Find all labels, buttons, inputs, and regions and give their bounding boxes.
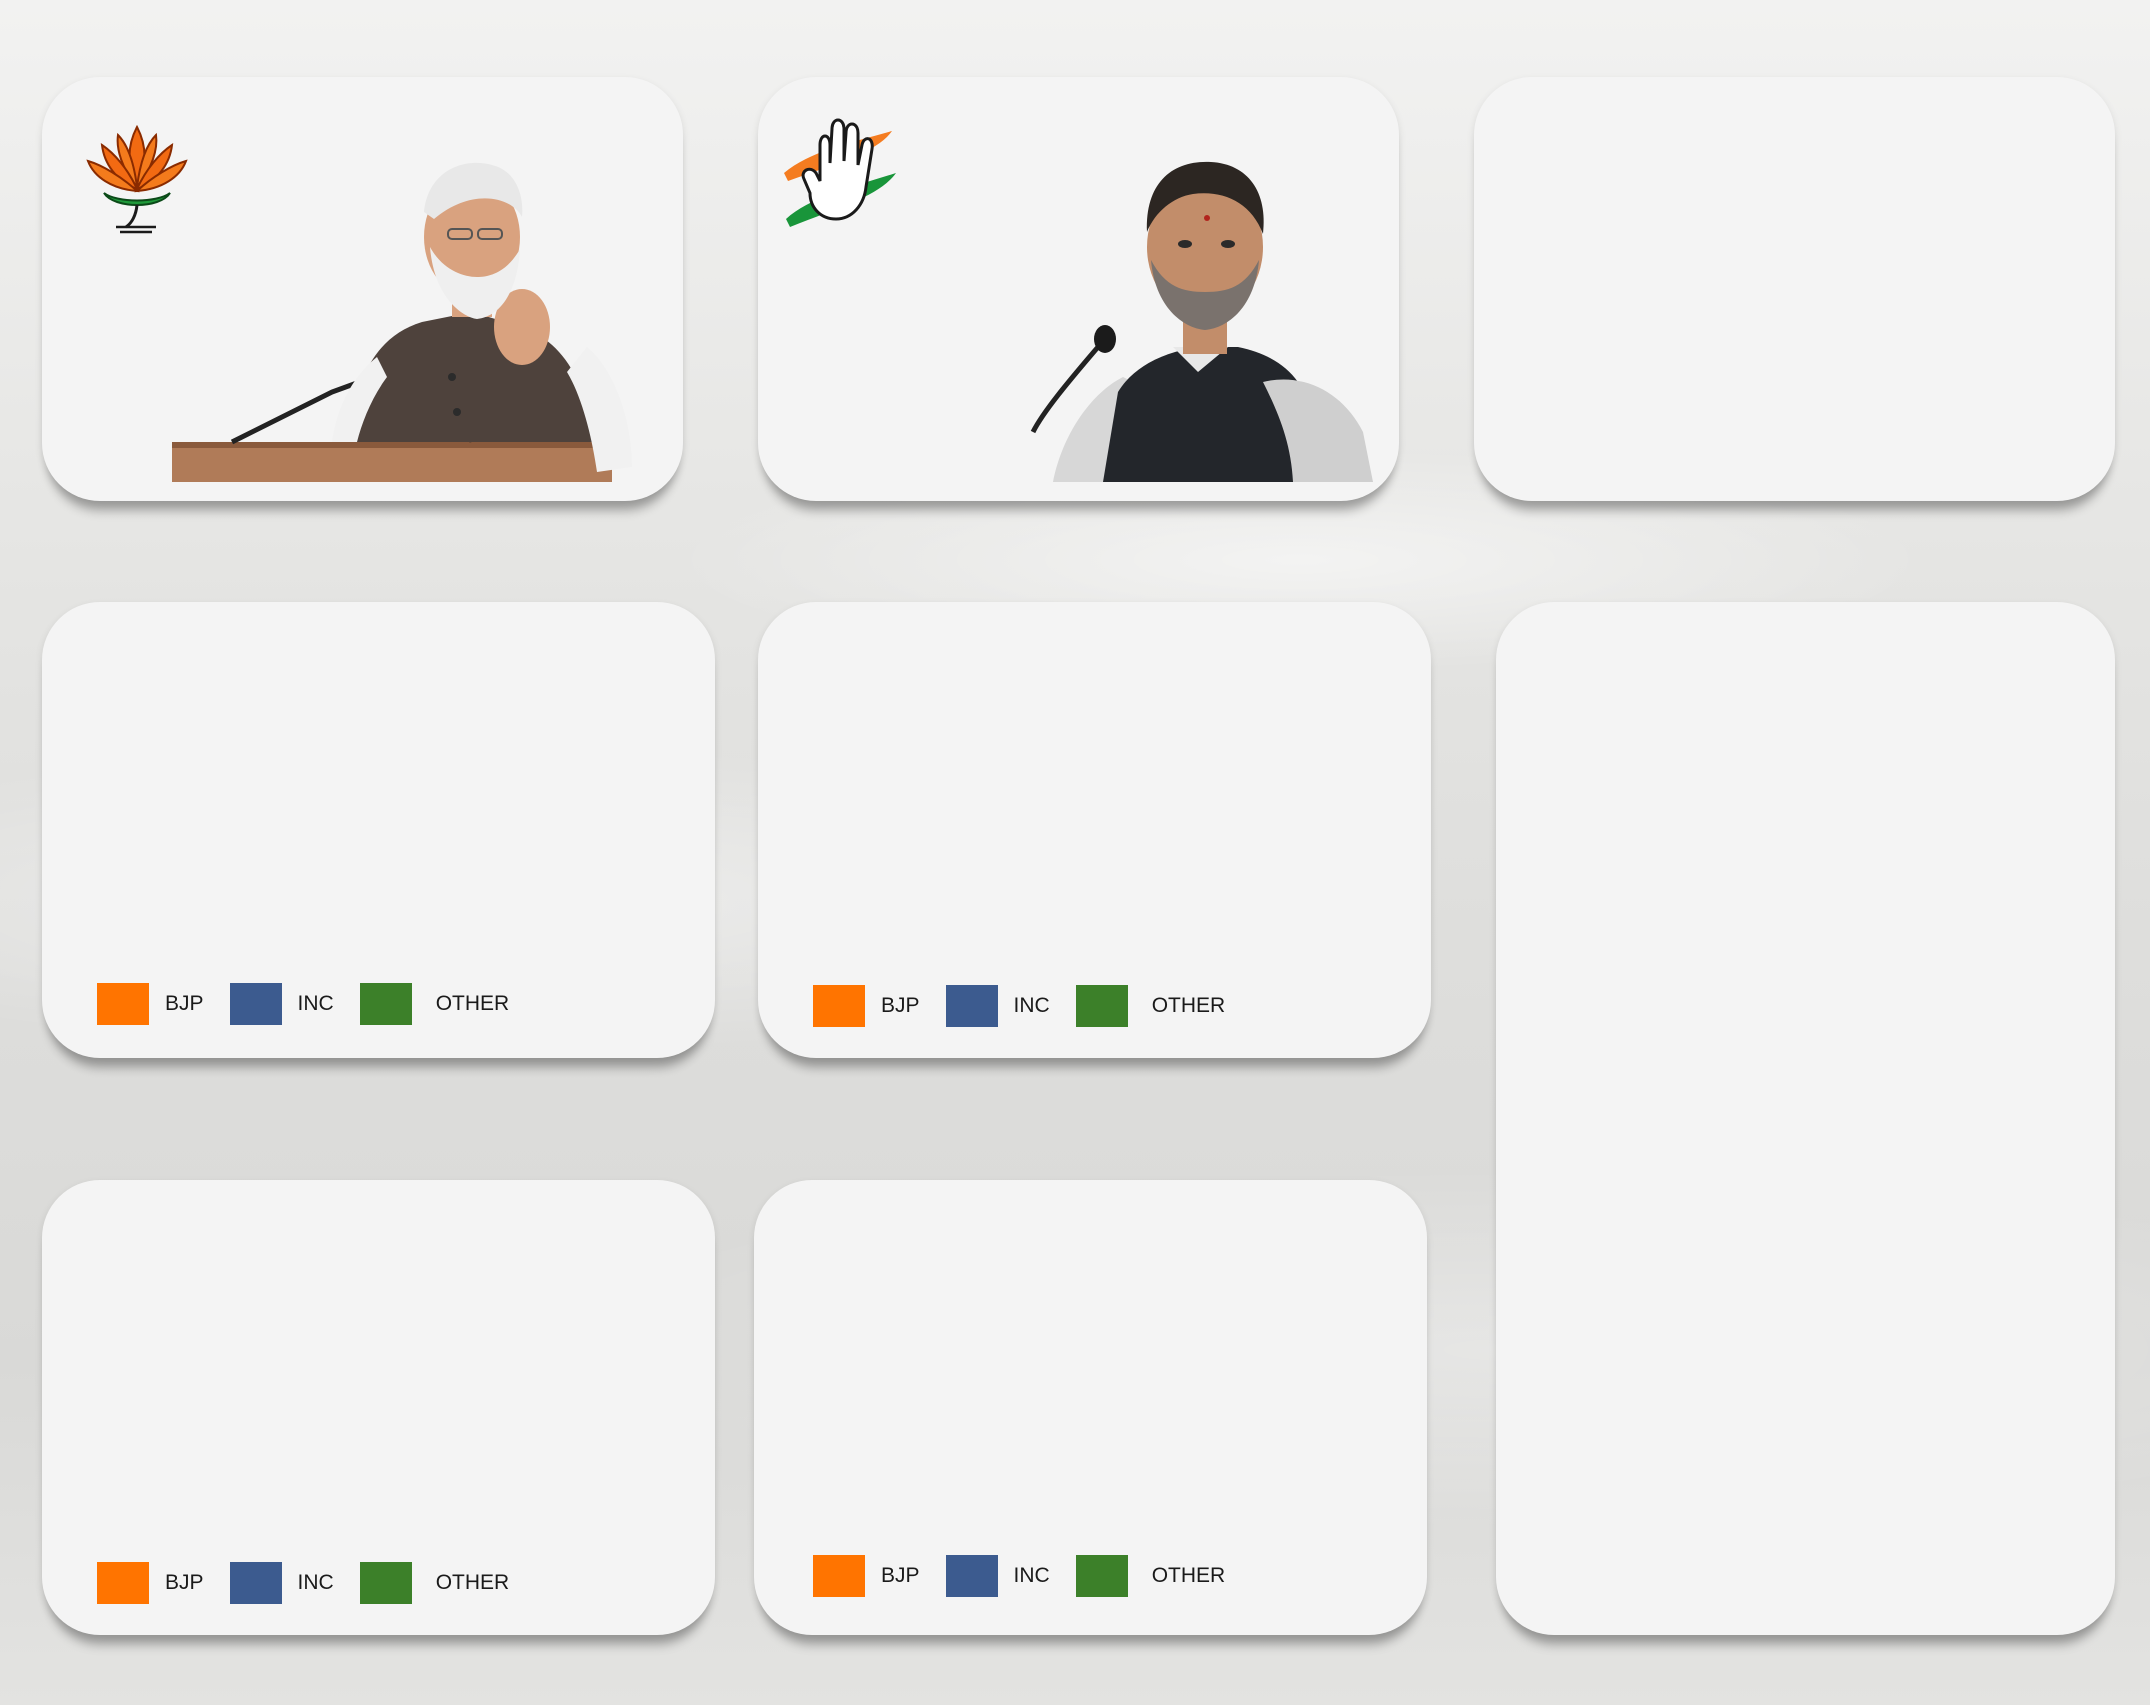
legend: BJP INC OTHER (813, 1555, 1225, 1597)
legend-label-bjp: BJP (881, 1564, 920, 1587)
legend-swatch-other (359, 983, 412, 1025)
empty-card-top-right (1474, 77, 2115, 501)
legend-label-bjp: BJP (881, 994, 920, 1017)
chart-card-3: BJP INC OTHER (42, 1180, 715, 1635)
chart-card-1: BJP INC OTHER (42, 602, 715, 1058)
legend: BJP INC OTHER (97, 1562, 509, 1604)
legend-swatch-bjp (813, 1555, 865, 1597)
legend-swatch-inc (229, 1562, 282, 1604)
legend-label-inc: INC (297, 992, 334, 1015)
legend-swatch-inc (945, 985, 998, 1027)
legend-swatch-other (359, 1562, 412, 1604)
legend-swatch-inc (229, 983, 282, 1025)
bjp-leader-card (42, 77, 683, 501)
legend-swatch-inc (945, 1555, 998, 1597)
legend-label-other: OTHER (435, 1571, 510, 1594)
inc-leader-photo (1030, 161, 1373, 482)
inc-leader-card (758, 77, 1399, 501)
legend: BJP INC OTHER (97, 983, 509, 1025)
legend-swatch-other (1075, 1555, 1128, 1597)
legend-label-other: OTHER (1151, 994, 1226, 1017)
chart-card-2: BJP INC OTHER (758, 602, 1431, 1058)
legend-label-bjp: BJP (165, 992, 204, 1015)
legend-label-other: OTHER (1151, 1564, 1226, 1587)
hand-logo-icon (784, 118, 896, 227)
bjp-leader-photo (172, 162, 632, 482)
legend-label-inc: INC (1013, 1564, 1050, 1587)
legend-swatch-bjp (97, 1562, 149, 1604)
legend-label-inc: INC (1013, 994, 1050, 1017)
legend-label-inc: INC (297, 1571, 334, 1594)
legend-label-other: OTHER (435, 992, 510, 1015)
legend-swatch-other (1075, 985, 1128, 1027)
legend-swatch-bjp (97, 983, 149, 1025)
chart-card-4: BJP INC OTHER (754, 1180, 1427, 1635)
empty-card-tall-right (1496, 602, 2115, 1635)
legend-label-bjp: BJP (165, 1571, 204, 1594)
legend-swatch-bjp (813, 985, 865, 1027)
legend: BJP INC OTHER (813, 985, 1225, 1027)
